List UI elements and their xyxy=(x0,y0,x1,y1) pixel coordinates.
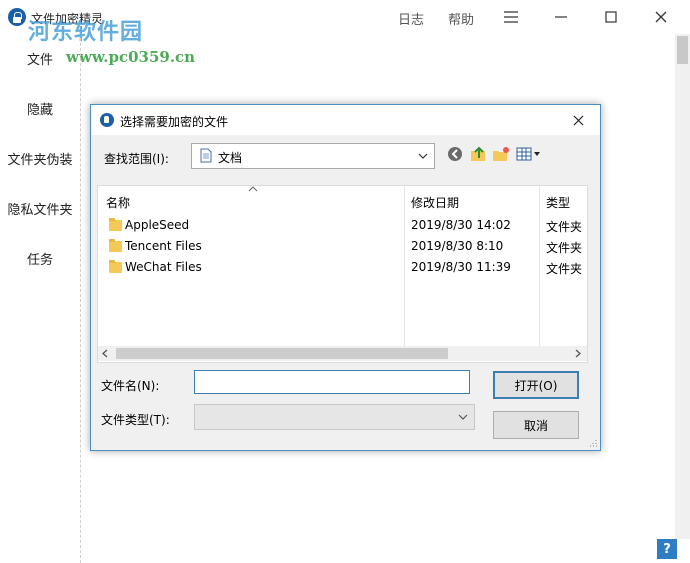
new-folder-icon xyxy=(493,147,509,161)
file-type: 文件夹 xyxy=(546,262,583,276)
file-name: Tencent Files xyxy=(125,239,202,253)
lock-icon xyxy=(100,113,114,127)
view-grid-icon xyxy=(516,147,540,161)
cancel-button[interactable]: 取消 xyxy=(493,411,579,439)
filetype-label: 文件类型(T): xyxy=(101,413,170,427)
open-file-dialog: 选择需要加密的文件 查找范围(I): 文档 名称 修改日期 类型 AppleSe… xyxy=(90,104,601,451)
lookin-value: 文档 xyxy=(218,151,243,165)
column-header-name[interactable]: 名称 xyxy=(106,194,130,211)
up-folder-button[interactable] xyxy=(469,145,489,163)
chevron-right-icon[interactable] xyxy=(575,349,581,358)
help-button[interactable]: ? xyxy=(657,539,677,559)
help-link[interactable]: 帮助 xyxy=(448,9,474,28)
main-scrollbar-thumb[interactable] xyxy=(677,36,688,64)
sidebar-item-tasks[interactable]: 任务 xyxy=(0,249,80,268)
file-type: 文件夹 xyxy=(546,220,583,234)
sidebar-divider xyxy=(80,38,81,563)
close-icon xyxy=(573,115,583,125)
sidebar-item-hide[interactable]: 隐藏 xyxy=(0,99,80,118)
file-list-hscrollbar[interactable] xyxy=(98,346,587,361)
filename-input[interactable] xyxy=(194,370,470,394)
up-folder-icon xyxy=(471,146,485,161)
file-list[interactable]: 名称 修改日期 类型 AppleSeed 2019/8/30 14:02 文件夹… xyxy=(97,185,588,363)
folder-icon xyxy=(109,239,122,252)
log-link[interactable]: 日志 xyxy=(398,9,424,28)
main-scrollbar[interactable] xyxy=(675,34,690,539)
watermark-text: 河东软件园 xyxy=(28,19,144,45)
file-modified: 2019/8/30 8:10 xyxy=(411,239,504,253)
file-row[interactable]: WeChat Files 2019/8/30 11:39 文件夹 xyxy=(98,257,587,278)
sort-ascending-icon xyxy=(248,186,258,192)
menu-button[interactable] xyxy=(486,0,536,34)
maximize-icon xyxy=(605,11,617,23)
view-menu-button[interactable] xyxy=(515,145,543,163)
dialog-title: 选择需要加密的文件 xyxy=(120,115,229,129)
new-folder-button[interactable] xyxy=(491,145,511,163)
folder-icon xyxy=(109,260,122,273)
filename-label: 文件名(N): xyxy=(101,379,160,393)
open-button[interactable]: 打开(O) xyxy=(493,371,579,399)
lookin-select[interactable]: 文档 xyxy=(191,143,435,169)
close-button[interactable] xyxy=(636,0,686,34)
column-header-type[interactable]: 类型 xyxy=(546,194,570,211)
filetype-select[interactable] xyxy=(194,404,475,430)
file-row[interactable]: Tencent Files 2019/8/30 8:10 文件夹 xyxy=(98,236,587,257)
chevron-down-icon xyxy=(418,153,428,159)
maximize-button[interactable] xyxy=(586,0,636,34)
lookin-label: 查找范围(I): xyxy=(104,152,169,166)
sidebar-item-private-folder[interactable]: 隐私文件夹 xyxy=(0,199,80,218)
back-button[interactable] xyxy=(445,145,465,163)
chevron-left-icon[interactable] xyxy=(102,349,108,358)
column-header-modified[interactable]: 修改日期 xyxy=(411,194,459,211)
file-type: 文件夹 xyxy=(546,241,583,255)
minimize-icon xyxy=(555,16,567,18)
file-modified: 2019/8/30 11:39 xyxy=(411,260,511,274)
app-logo-icon xyxy=(8,8,26,26)
sidebar-item-file[interactable]: 文件 xyxy=(0,49,80,68)
dialog-close-button[interactable] xyxy=(566,109,590,131)
watermark-url: www.pc0359.cn xyxy=(66,48,196,66)
sidebar-item-folder-disguise[interactable]: 文件夹伪装 xyxy=(0,149,80,168)
file-name: AppleSeed xyxy=(125,218,190,232)
hamburger-menu-icon xyxy=(504,11,518,23)
back-arrow-icon xyxy=(448,147,462,161)
chevron-down-icon xyxy=(458,414,468,420)
dialog-titlebar: 选择需要加密的文件 xyxy=(91,105,600,135)
hscrollbar-thumb[interactable] xyxy=(116,348,448,359)
resize-grip-icon[interactable] xyxy=(588,438,597,447)
folder-icon xyxy=(109,218,122,231)
document-icon xyxy=(200,148,212,163)
question-mark-icon: ? xyxy=(663,541,671,557)
minimize-button[interactable] xyxy=(536,0,586,34)
file-name: WeChat Files xyxy=(125,260,202,274)
file-modified: 2019/8/30 14:02 xyxy=(411,218,511,232)
file-row[interactable]: AppleSeed 2019/8/30 14:02 文件夹 xyxy=(98,215,587,236)
close-icon xyxy=(655,11,667,23)
